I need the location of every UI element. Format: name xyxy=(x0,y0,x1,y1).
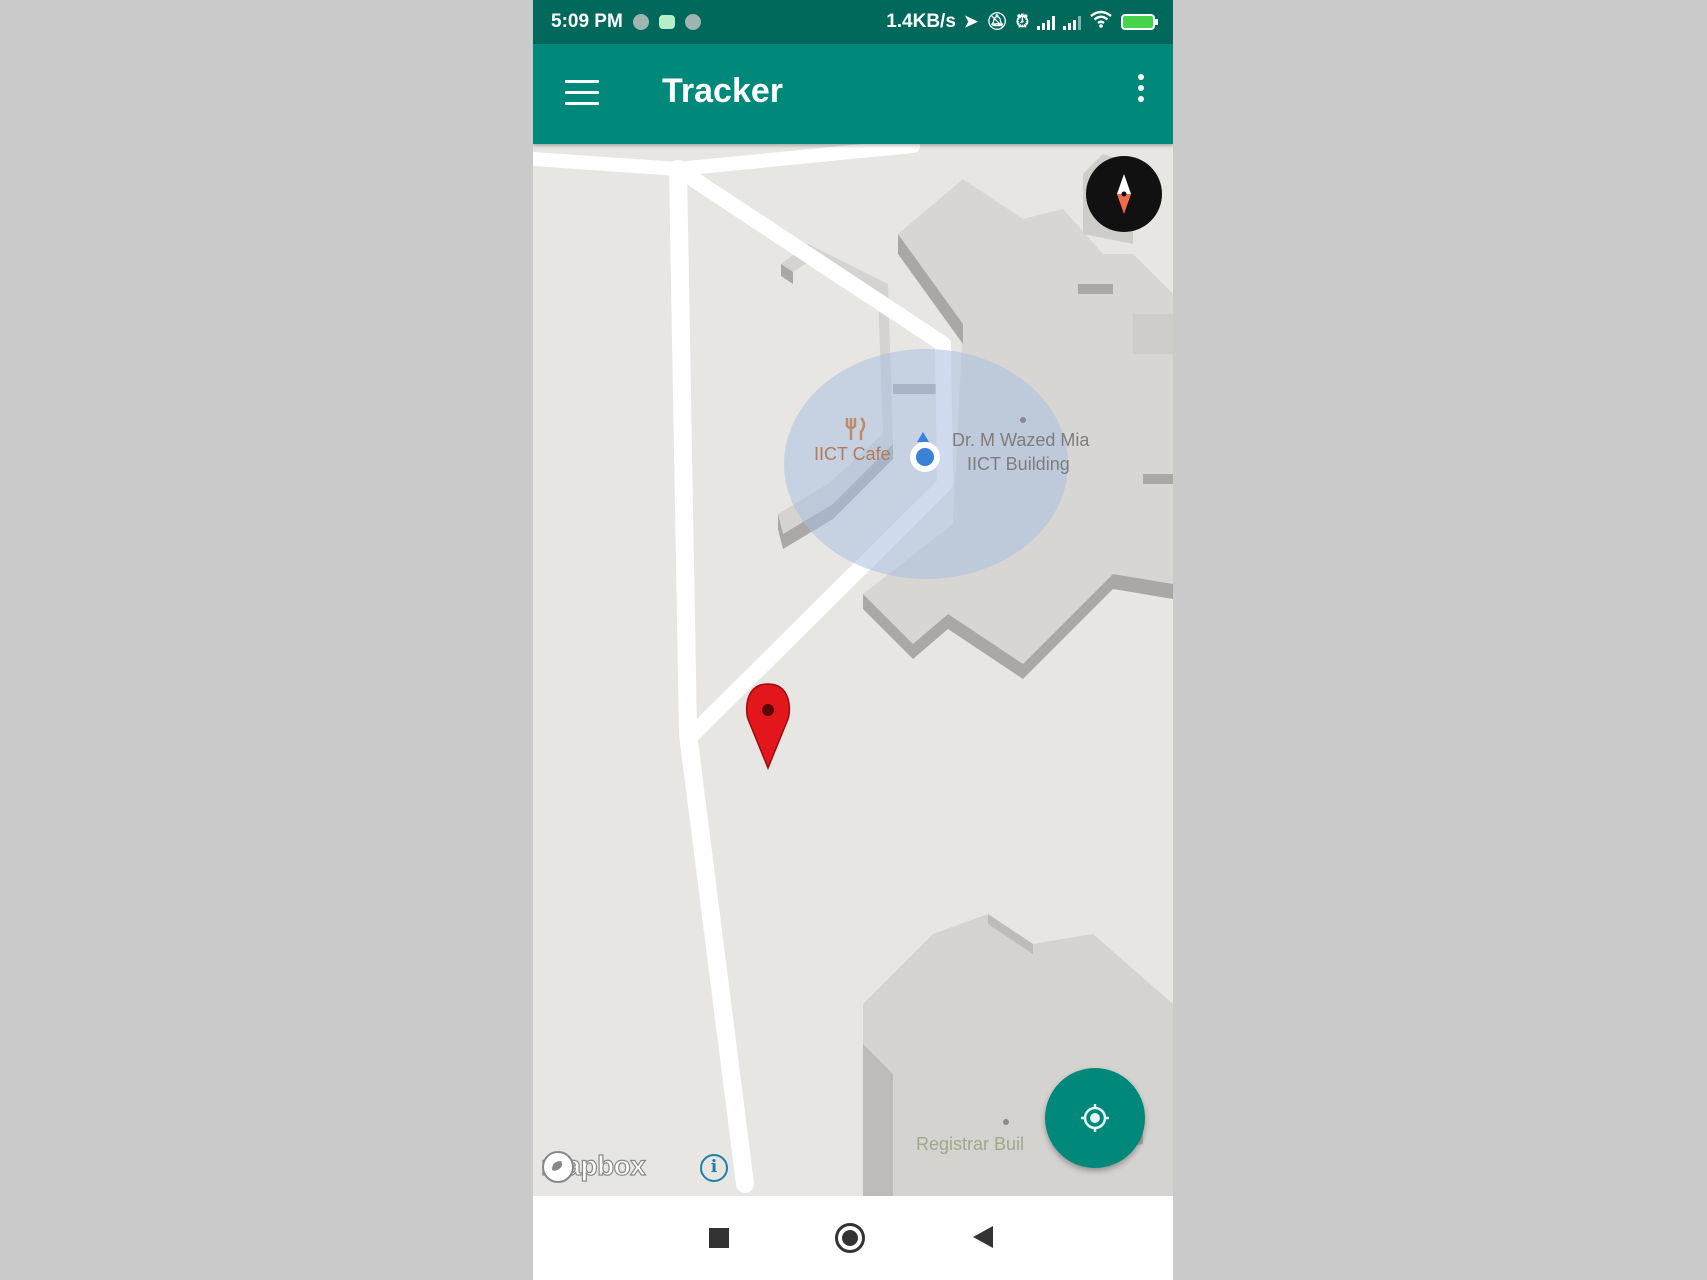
battery-charging-icon xyxy=(1121,14,1158,30)
building-poi-dot xyxy=(1020,417,1026,423)
hamburger-menu-icon[interactable] xyxy=(565,80,599,106)
status-indicators: 1.4KB/s ➤ 🔕︎ ⏰︎ xyxy=(886,10,1158,34)
app-bar: Tracker xyxy=(533,44,1173,144)
location-arrow-icon: ➤ xyxy=(963,12,979,31)
info-icon[interactable]: i xyxy=(700,1154,728,1182)
red-map-pin-icon[interactable] xyxy=(745,683,791,770)
notification-dot-icon xyxy=(632,14,649,30)
alarm-icon: ⏰︎ xyxy=(1015,12,1029,31)
notifications-off-icon: 🔕︎ xyxy=(986,12,1008,31)
status-bar: 5:09 PM 1.4KB/s ➤ 🔕︎ ⏰︎ xyxy=(533,0,1173,44)
app-title: Tracker xyxy=(662,72,783,110)
wifi-icon xyxy=(1089,10,1113,34)
registrar-label: Registrar Buil xyxy=(916,1134,1025,1154)
mapbox-logo: mapbox xyxy=(540,1149,646,1183)
mapbox-logo-icon xyxy=(542,1151,574,1183)
building-label-line2: IICT Building xyxy=(967,454,1070,474)
phone-screen: 5:09 PM 1.4KB/s ➤ 🔕︎ ⏰︎ Tracker IICT Caf… xyxy=(533,0,1173,1280)
building-label-line1: Dr. M Wazed Mia xyxy=(952,430,1090,450)
map-view[interactable]: IICT Cafe Dr. M Wazed Mia IICT Building … xyxy=(533,144,1173,1196)
network-speed: 1.4KB/s xyxy=(886,11,956,32)
back-triangle-icon[interactable] xyxy=(973,1226,993,1248)
navigation-bar xyxy=(533,1196,1173,1280)
map-canvas xyxy=(533,144,1173,1196)
cafe-label: IICT Cafe xyxy=(814,444,891,464)
my-location-icon[interactable] xyxy=(1045,1068,1145,1168)
signal-icon xyxy=(1037,14,1055,30)
registrar-poi-dot xyxy=(1003,1119,1009,1125)
status-time: 5:09 PM xyxy=(551,11,623,32)
compass-icon[interactable] xyxy=(1086,156,1162,232)
signal-icon xyxy=(1063,14,1081,30)
notification-dot-icon xyxy=(684,14,701,30)
home-circle-icon[interactable] xyxy=(835,1223,865,1253)
more-vert-icon[interactable] xyxy=(1135,74,1147,108)
recents-square-icon[interactable] xyxy=(709,1228,729,1248)
android-icon xyxy=(658,15,675,29)
